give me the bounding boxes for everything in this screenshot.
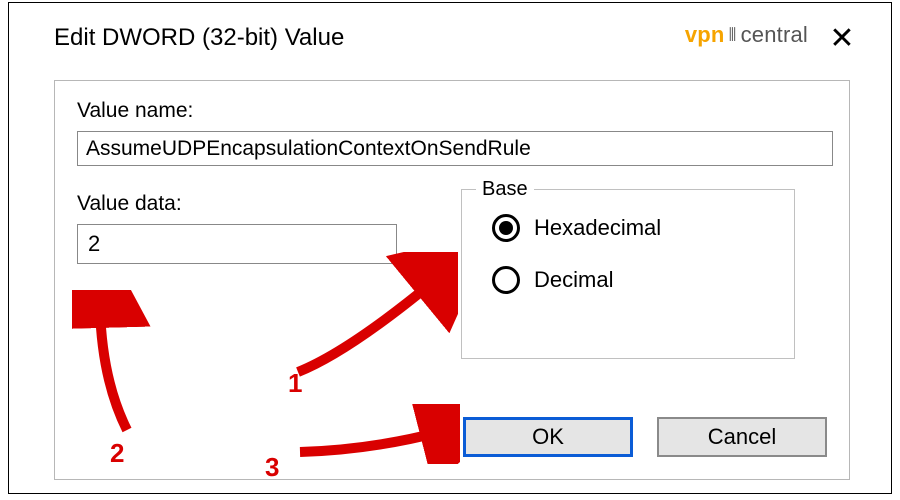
value-data-input[interactable] bbox=[77, 224, 397, 264]
cancel-button[interactable]: Cancel bbox=[657, 417, 827, 457]
radio-hex-label: Hexadecimal bbox=[534, 215, 661, 241]
radio-hexadecimal[interactable]: Hexadecimal bbox=[492, 214, 794, 242]
cancel-button-label: Cancel bbox=[708, 424, 776, 450]
radio-dec-label: Decimal bbox=[534, 267, 613, 293]
value-name-label: Value name: bbox=[77, 99, 827, 123]
annotation-number-2: 2 bbox=[110, 438, 124, 469]
radio-button-icon bbox=[492, 266, 520, 294]
logo-vpn-text: vpn bbox=[685, 22, 725, 48]
annotation-number-1: 1 bbox=[288, 368, 302, 399]
close-icon: ✕ bbox=[829, 21, 854, 56]
radio-decimal[interactable]: Decimal bbox=[492, 266, 794, 294]
base-legend: Base bbox=[476, 178, 534, 201]
value-data-label: Value data: bbox=[77, 192, 397, 216]
ok-button-label: OK bbox=[532, 424, 564, 450]
radio-button-icon bbox=[492, 214, 520, 242]
logo-separator-icon: ⦀ bbox=[726, 25, 740, 46]
edit-dword-dialog: Edit DWORD (32-bit) Value vpn ⦀ central … bbox=[34, 8, 870, 486]
dialog-content: Value name: Value data: Base Hexadecimal… bbox=[54, 80, 850, 480]
close-button[interactable]: ✕ bbox=[820, 16, 864, 60]
value-name-input[interactable] bbox=[77, 131, 833, 166]
vpncentral-logo: vpn ⦀ central bbox=[685, 22, 808, 48]
ok-button[interactable]: OK bbox=[463, 417, 633, 457]
button-bar: OK Cancel bbox=[463, 417, 827, 457]
logo-central-text: central bbox=[741, 22, 808, 48]
annotation-number-3: 3 bbox=[265, 452, 279, 483]
base-fieldset: Base Hexadecimal Decimal bbox=[461, 189, 795, 359]
